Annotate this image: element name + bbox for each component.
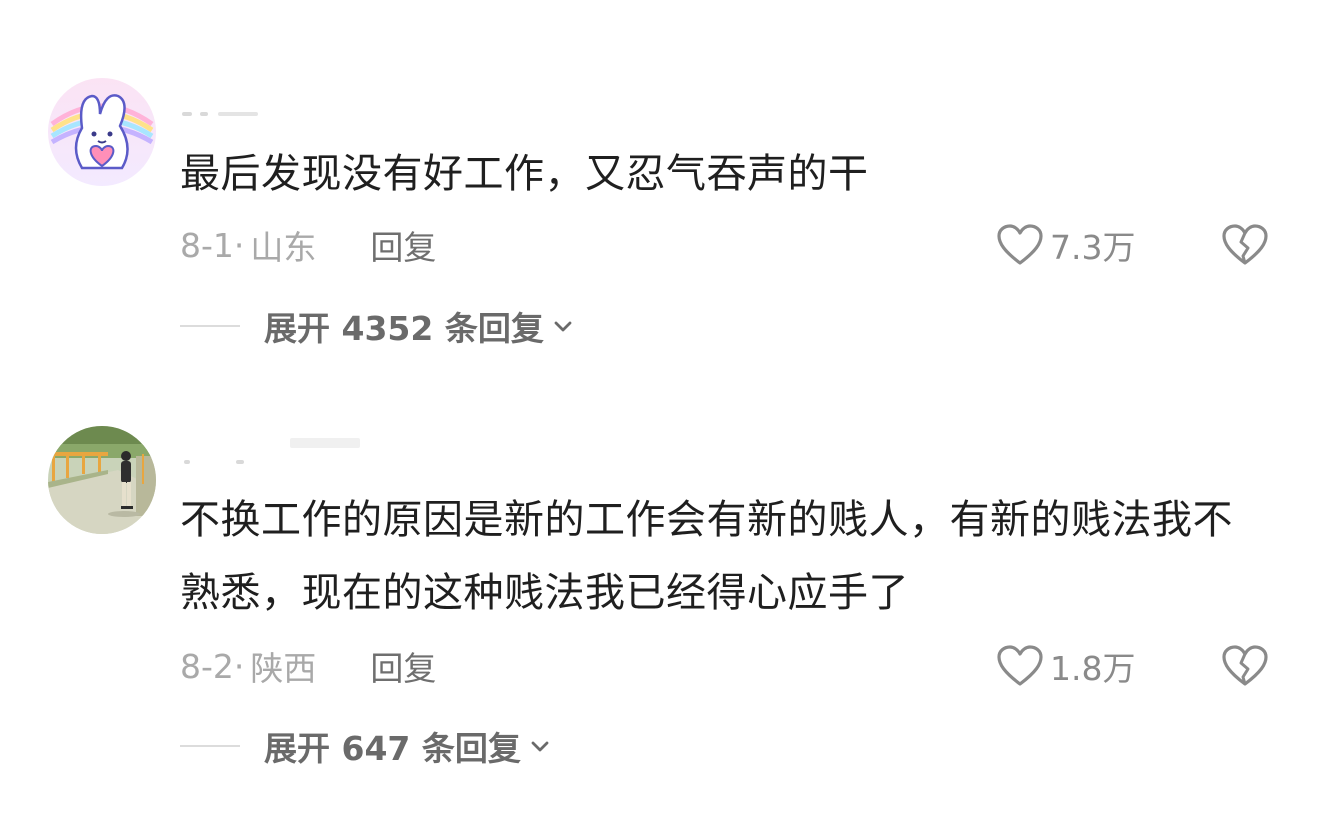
- broken-heart-icon: [1222, 645, 1268, 686]
- like-count: 1.8万: [1050, 649, 1136, 688]
- comment-content: 最后发现没有好工作，又忍气吞声的干: [180, 151, 869, 197]
- username[interactable]: [180, 100, 380, 120]
- username-blur: [200, 112, 208, 116]
- username[interactable]: [180, 438, 380, 468]
- username-blur: [218, 112, 258, 116]
- expand-replies-button[interactable]: 展开 647 条回复: [180, 721, 551, 771]
- expand-replies-button[interactable]: 展开 4352 条回复: [180, 301, 574, 351]
- username-text: [182, 112, 192, 116]
- comment-content: 不换工作的原因是新的工作会有新的贱人，有新的贱法我不熟悉，现在的这种贱法我已经得…: [180, 497, 1233, 616]
- like-button[interactable]: 1.8万: [996, 641, 1135, 691]
- avatar-bunny-image: [48, 78, 156, 186]
- broken-heart-icon: [1222, 224, 1268, 265]
- heart-outline-icon: [997, 645, 1043, 686]
- expand-replies-label: 展开 647 条回复: [264, 729, 521, 768]
- chevron-down-icon: [531, 741, 549, 752]
- username-blur: [290, 438, 360, 448]
- dislike-button[interactable]: [1220, 220, 1270, 270]
- avatar[interactable]: [48, 78, 156, 186]
- reply-button[interactable]: 回复: [370, 221, 436, 269]
- comment-location: 山东: [250, 228, 317, 267]
- comment-date: 8-1: [180, 225, 234, 265]
- meta-separator: ·: [233, 646, 245, 686]
- divider-line: [180, 745, 240, 747]
- dislike-button[interactable]: [1220, 641, 1270, 691]
- username-blur: [236, 460, 244, 464]
- comment-location: 陕西: [250, 649, 317, 688]
- like-count: 7.3万: [1050, 228, 1136, 267]
- avatar-photo-image: [48, 426, 156, 534]
- meta-separator: ·: [233, 225, 245, 265]
- expand-replies-label: 展开 4352 条回复: [264, 309, 544, 348]
- heart-outline-icon: [997, 224, 1043, 265]
- like-button[interactable]: 7.3万: [996, 220, 1135, 270]
- divider-line: [180, 325, 240, 327]
- comment-meta: 8-2 · 陕西 回复: [180, 641, 436, 691]
- username-text: [184, 460, 190, 464]
- avatar[interactable]: [48, 426, 156, 534]
- comment-date: 8-2: [180, 646, 234, 686]
- reply-button[interactable]: 回复: [370, 642, 436, 690]
- comment-meta: 8-1 · 山东 回复: [180, 220, 436, 270]
- chevron-down-icon: [554, 321, 572, 332]
